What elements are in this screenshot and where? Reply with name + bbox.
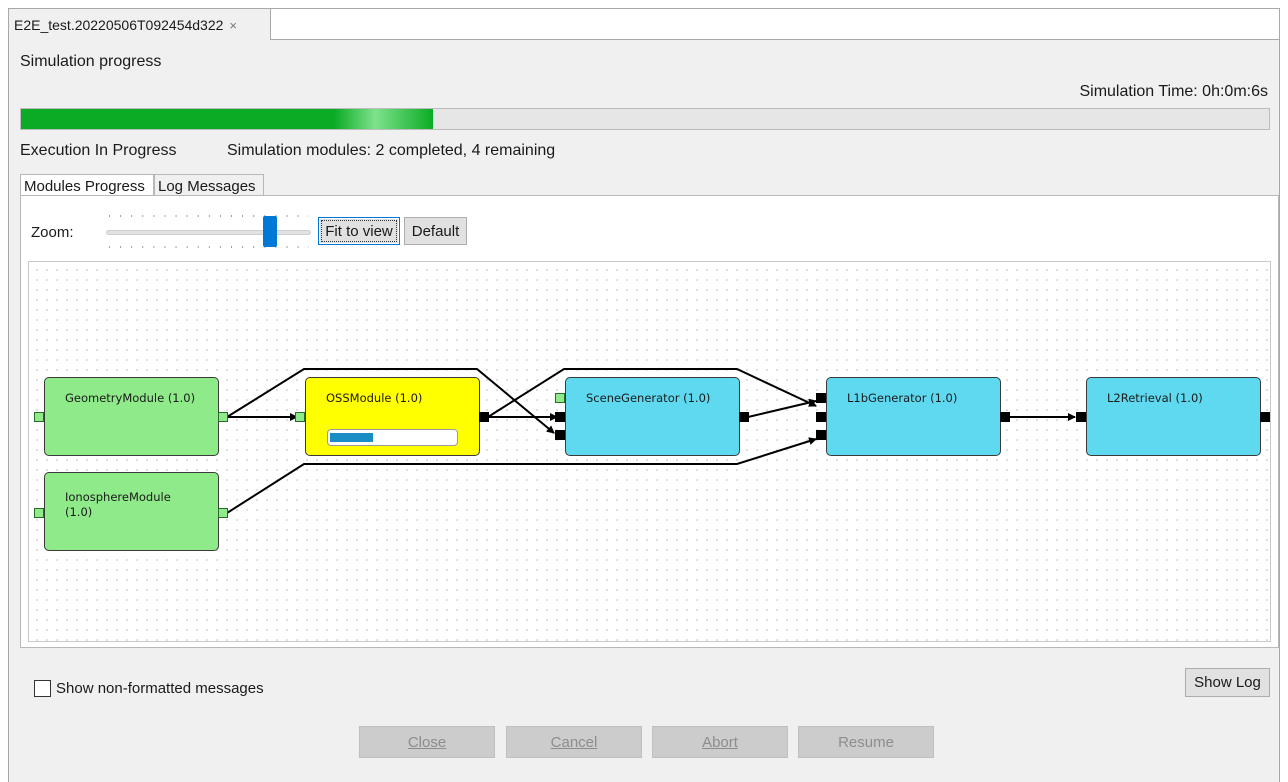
module-scene-generator[interactable]: SceneGenerator (1.0) bbox=[565, 377, 740, 456]
editor-tab-strip: E2E_test.20220506T092454d322 × bbox=[9, 9, 1279, 40]
document-tab[interactable]: E2E_test.20220506T092454d322 × bbox=[9, 9, 271, 40]
module-ionosphere-label: IonosphereModule (1.0) bbox=[65, 490, 171, 519]
abort-button[interactable]: Abort bbox=[652, 726, 788, 758]
geometry-input-port bbox=[34, 412, 44, 422]
overall-progress-bar bbox=[20, 108, 1270, 130]
execution-status: Execution In Progress bbox=[20, 142, 177, 159]
modules-progress-panel: Zoom: Fit to view Default GeometryModule… bbox=[20, 195, 1279, 648]
document-tab-title: E2E_test.20220506T092454d322 bbox=[14, 17, 224, 33]
l1b-input-port-3 bbox=[816, 430, 826, 440]
overall-progress-fill bbox=[21, 109, 433, 129]
module-graph-canvas[interactable]: GeometryModule (1.0) IonosphereModule (1… bbox=[28, 261, 1271, 642]
modules-summary: Simulation modules: 2 completed, 4 remai… bbox=[227, 142, 556, 159]
module-oss[interactable]: OSSModule (1.0) bbox=[305, 377, 480, 456]
module-l2-retrieval[interactable]: L2Retrieval (1.0) bbox=[1086, 377, 1261, 456]
geometry-output-port bbox=[218, 412, 228, 422]
module-oss-progress bbox=[327, 429, 458, 446]
default-zoom-button[interactable]: Default bbox=[404, 217, 467, 245]
l2-output-port bbox=[1260, 412, 1270, 422]
show-non-formatted-label: Show non-formatted messages bbox=[56, 680, 264, 697]
module-ionosphere[interactable]: IonosphereModule (1.0) bbox=[44, 472, 219, 551]
l1b-output-port bbox=[1000, 412, 1010, 422]
ionosphere-output-port bbox=[218, 508, 228, 518]
module-geometry[interactable]: GeometryModule (1.0) bbox=[44, 377, 219, 456]
module-oss-progress-fill bbox=[330, 433, 373, 442]
scene-input-port-2 bbox=[555, 412, 565, 422]
scene-input-port-3 bbox=[555, 430, 565, 440]
tab-log-messages[interactable]: Log Messages bbox=[154, 174, 264, 196]
connection-scene-l1b bbox=[747, 398, 817, 418]
module-oss-label: OSSModule (1.0) bbox=[326, 391, 423, 405]
ionosphere-input-port bbox=[34, 508, 44, 518]
zoom-slider-ticks-top bbox=[109, 215, 309, 217]
l1b-input-port-1 bbox=[816, 393, 826, 403]
l1b-input-port-2 bbox=[816, 412, 826, 422]
scene-output-port bbox=[739, 412, 749, 422]
module-scene-label: SceneGenerator (1.0) bbox=[586, 391, 711, 405]
module-l2-label: L2Retrieval (1.0) bbox=[1107, 391, 1203, 405]
zoom-label: Zoom: bbox=[31, 224, 74, 241]
cancel-button[interactable]: Cancel bbox=[506, 726, 642, 758]
simulation-window: E2E_test.20220506T092454d322 × Simulation… bbox=[8, 8, 1280, 782]
oss-input-port bbox=[295, 412, 305, 422]
zoom-slider-thumb[interactable] bbox=[263, 216, 277, 247]
close-icon[interactable]: × bbox=[229, 18, 237, 33]
module-geometry-label: GeometryModule (1.0) bbox=[65, 391, 196, 405]
page-title: Simulation progress bbox=[20, 53, 162, 70]
oss-output-port bbox=[479, 412, 489, 422]
close-button[interactable]: Close bbox=[359, 726, 495, 758]
show-log-button[interactable]: Show Log bbox=[1185, 668, 1270, 697]
l2-input-port bbox=[1076, 412, 1086, 422]
resume-button[interactable]: Resume bbox=[798, 726, 934, 758]
tab-modules-progress[interactable]: Modules Progress bbox=[20, 174, 154, 196]
zoom-slider[interactable] bbox=[106, 230, 311, 235]
show-non-formatted-checkbox[interactable] bbox=[34, 680, 51, 697]
scene-input-port-1 bbox=[555, 393, 565, 403]
module-l1b-generator[interactable]: L1bGenerator (1.0) bbox=[826, 377, 1001, 456]
zoom-slider-ticks-bottom bbox=[109, 246, 309, 248]
fit-to-view-button[interactable]: Fit to view bbox=[318, 217, 400, 245]
module-l1b-label: L1bGenerator (1.0) bbox=[847, 391, 958, 405]
simulation-time: Simulation Time: 0h:0m:6s bbox=[1079, 83, 1268, 100]
